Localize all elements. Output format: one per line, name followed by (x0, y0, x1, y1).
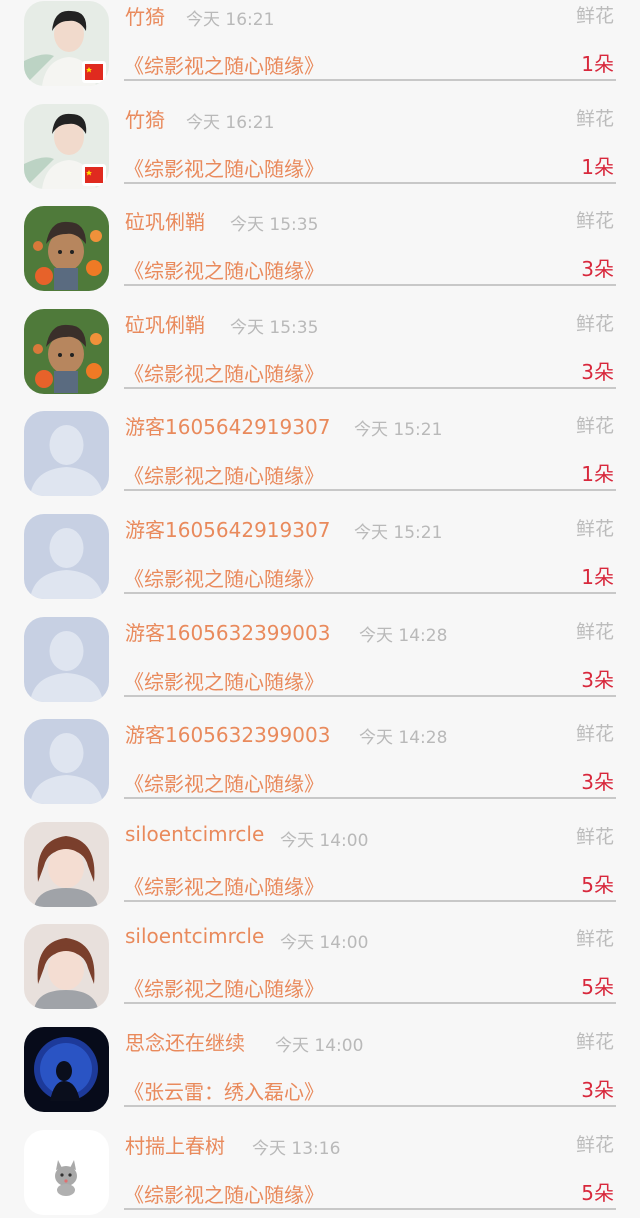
timestamp: 今天 15:35 (230, 215, 319, 236)
user-name[interactable]: 思念还在继续 (125, 1027, 245, 1056)
list-item[interactable]: 砬巩俐鞘 今天 15:35 鲜花 《综影视之随心随缘》 3朵 (0, 295, 640, 398)
gift-type-label: 鲜花 (575, 825, 614, 848)
gift-type-label: 鲜花 (575, 1030, 614, 1053)
divider (124, 591, 616, 594)
avatar[interactable] (24, 206, 109, 292)
avatar[interactable] (24, 103, 109, 189)
user-name[interactable]: siloentcimrcle (125, 924, 264, 948)
gift-count: 3朵 (581, 257, 614, 282)
gift-count: 3朵 (581, 770, 614, 795)
list-item[interactable]: siloentcimrcle 今天 14:00 鲜花 《综影视之随心随缘》 5朵 (0, 808, 640, 911)
book-title-link[interactable]: 《综影视之随心随缘》 (124, 871, 324, 900)
divider (124, 79, 616, 81)
list-item[interactable]: 游客1605642919307 今天 15:21 鲜花 《综影视之随心随缘》 1… (0, 500, 640, 603)
avatar[interactable] (24, 719, 109, 805)
user-name[interactable]: 游客1605642919307 (125, 514, 330, 543)
list-item[interactable]: 游客1605632399003 今天 14:28 鲜花 《综影视之随心随缘》 3… (0, 705, 640, 808)
timestamp: 今天 15:21 (354, 522, 443, 543)
avatar[interactable] (24, 411, 109, 497)
divider (124, 386, 616, 389)
timestamp: 今天 14:28 (359, 728, 448, 749)
book-title-link[interactable]: 《综影视之随心随缘》 (124, 50, 324, 79)
list-item[interactable]: 村揣上春树 今天 13:16 鲜花 《综影视之随心随缘》 5朵 (0, 1116, 640, 1218)
gift-type-label: 鲜花 (575, 312, 614, 335)
gift-type-label: 鲜花 (575, 1133, 614, 1156)
list-item[interactable]: 思念还在继续 今天 14:00 鲜花 《张云雷：绣入磊心》 3朵 (0, 1013, 640, 1116)
gift-count: 3朵 (581, 667, 614, 692)
timestamp: 今天 14:00 (275, 1035, 364, 1056)
gift-count: 5朵 (581, 1180, 614, 1205)
book-title-link[interactable]: 《综影视之随心随缘》 (124, 460, 324, 489)
avatar[interactable] (24, 1026, 109, 1112)
divider (124, 181, 616, 184)
book-title-link[interactable]: 《综影视之随心随缘》 (124, 1179, 324, 1208)
gift-type-label: 鲜花 (575, 928, 614, 951)
avatar[interactable] (24, 616, 109, 702)
book-title-link[interactable]: 《张云雷：绣入磊心》 (124, 1076, 324, 1105)
user-name[interactable]: 游客1605642919307 (125, 411, 330, 440)
user-name[interactable]: 村揣上春树 (125, 1130, 225, 1159)
gift-count: 1朵 (581, 462, 614, 487)
user-name[interactable]: 竹猗 (125, 104, 165, 133)
gift-type-label: 鲜花 (575, 5, 614, 27)
timestamp: 今天 16:21 (186, 10, 275, 30)
book-title-link[interactable]: 《综影视之随心随缘》 (124, 666, 324, 695)
gift-type-label: 鲜花 (575, 723, 614, 746)
divider (124, 1002, 616, 1005)
gift-count: 3朵 (581, 1077, 614, 1102)
list-item[interactable]: 游客1605632399003 今天 14:28 鲜花 《综影视之随心随缘》 3… (0, 603, 640, 706)
timestamp: 今天 14:00 (280, 933, 369, 954)
user-name[interactable]: 游客1605632399003 (125, 719, 330, 748)
list-item[interactable]: 竹猗 今天 16:21 鲜花 《综影视之随心随缘》 1朵 (0, 90, 640, 193)
gift-count: 3朵 (581, 359, 614, 384)
divider (124, 1104, 616, 1107)
timestamp: 今天 14:00 (280, 830, 369, 851)
book-title-link[interactable]: 《综影视之随心随缘》 (124, 153, 324, 182)
user-name[interactable]: 砬巩俐鞘 (125, 206, 205, 235)
divider (124, 694, 616, 697)
gift-type-label: 鲜花 (575, 517, 614, 540)
book-title-link[interactable]: 《综影视之随心随缘》 (124, 358, 324, 387)
book-title-link[interactable]: 《综影视之随心随缘》 (124, 563, 324, 592)
list-item[interactable]: siloentcimrcle 今天 14:00 鲜花 《综影视之随心随缘》 5朵 (0, 910, 640, 1013)
gift-type-label: 鲜花 (575, 107, 614, 130)
book-title-link[interactable]: 《综影视之随心随缘》 (124, 255, 324, 284)
list-item[interactable]: 砬巩俐鞘 今天 15:35 鲜花 《综影视之随心随缘》 3朵 (0, 192, 640, 295)
avatar[interactable] (24, 821, 109, 907)
timestamp: 今天 13:16 (252, 1138, 341, 1159)
list-item[interactable]: 竹猗 今天 16:21 鲜花 《综影视之随心随缘》 1朵 (0, 0, 640, 90)
divider (124, 899, 616, 902)
user-name[interactable]: siloentcimrcle (125, 822, 264, 846)
avatar[interactable] (24, 513, 109, 599)
avatar[interactable] (24, 308, 109, 394)
divider (124, 489, 616, 492)
book-title-link[interactable]: 《综影视之随心随缘》 (124, 973, 324, 1002)
gift-type-label: 鲜花 (575, 415, 614, 438)
timestamp: 今天 14:28 (359, 625, 448, 646)
avatar[interactable] (24, 1129, 109, 1215)
gift-count: 1朵 (581, 52, 614, 76)
gift-type-label: 鲜花 (575, 210, 614, 233)
timestamp: 今天 15:21 (354, 420, 443, 441)
user-name[interactable]: 竹猗 (125, 1, 165, 30)
divider (124, 284, 616, 287)
book-title-link[interactable]: 《综影视之随心随缘》 (124, 768, 324, 797)
gift-count: 1朵 (581, 564, 614, 589)
gift-count: 5朵 (581, 975, 614, 1000)
avatar[interactable] (24, 1, 109, 86)
user-name[interactable]: 砬巩俐鞘 (125, 309, 205, 338)
gift-count: 1朵 (581, 154, 614, 179)
timestamp: 今天 15:35 (230, 317, 319, 338)
avatar[interactable] (24, 924, 109, 1010)
gift-record-list: 竹猗 今天 16:21 鲜花 《综影视之随心随缘》 1朵 竹猗 今天 16:21… (0, 0, 640, 1218)
divider (124, 797, 616, 800)
gift-type-label: 鲜花 (575, 620, 614, 643)
user-name[interactable]: 游客1605632399003 (125, 617, 330, 646)
timestamp: 今天 16:21 (186, 112, 275, 133)
gift-count: 5朵 (581, 872, 614, 897)
list-item[interactable]: 游客1605642919307 今天 15:21 鲜花 《综影视之随心随缘》 1… (0, 397, 640, 500)
